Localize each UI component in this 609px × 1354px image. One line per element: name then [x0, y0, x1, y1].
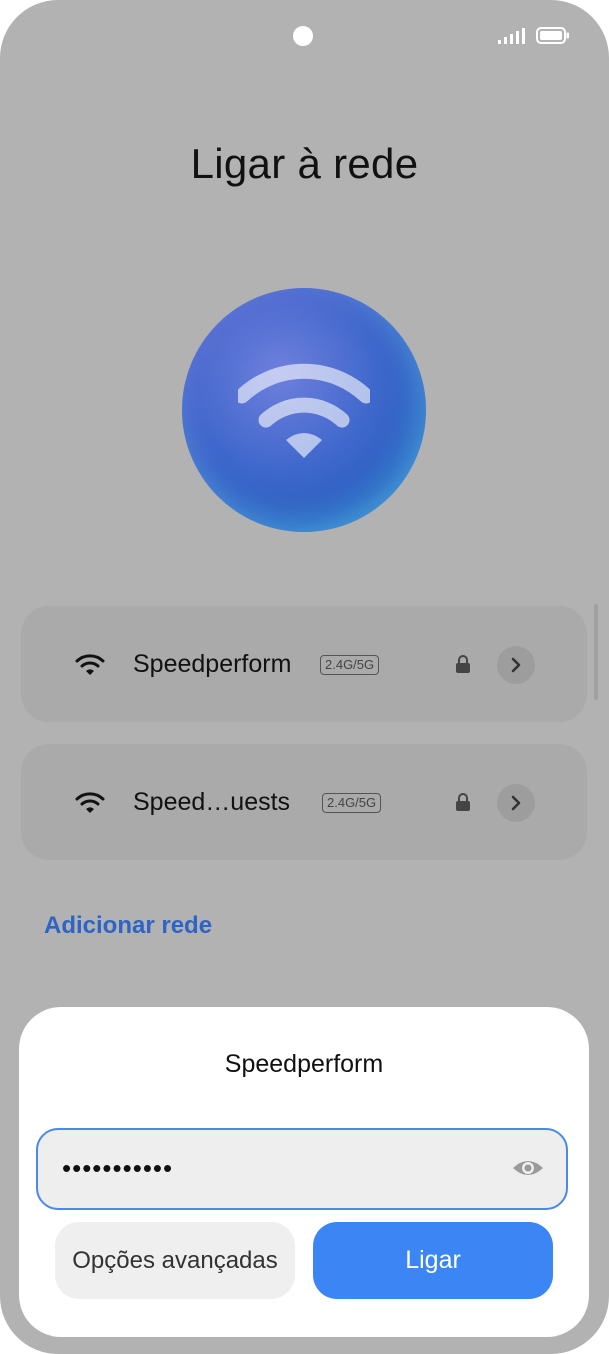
wifi-icon	[238, 363, 370, 458]
password-field[interactable]	[36, 1128, 568, 1210]
password-dialog: Speedperform Opções avançadas Ligar	[19, 1007, 589, 1337]
wifi-signal-icon	[75, 654, 105, 675]
lock-icon	[456, 655, 470, 673]
front-camera	[293, 26, 313, 46]
battery-icon	[536, 27, 569, 44]
chevron-right-icon	[511, 795, 521, 811]
password-input[interactable]	[60, 1146, 494, 1190]
network-details-button[interactable]	[497, 646, 535, 684]
wifi-hero-orb	[182, 288, 426, 532]
phone-screen: Ligar à rede Speedperform 2.4G/5G Speed……	[0, 0, 609, 1354]
network-details-button[interactable]	[497, 784, 535, 822]
wifi-signal-icon	[75, 792, 105, 813]
band-badge: 2.4G/5G	[322, 793, 382, 813]
band-badge: 2.4G/5G	[320, 655, 380, 675]
add-network-link[interactable]: Adicionar rede	[44, 912, 212, 940]
page-title: Ligar à rede	[190, 140, 419, 187]
signal-icon	[498, 28, 525, 44]
show-password-eye-icon[interactable]	[512, 1156, 544, 1180]
network-item[interactable]: Speed…uests 2.4G/5G	[21, 744, 587, 860]
chevron-right-icon	[511, 657, 521, 673]
dialog-title: Speedperform	[224, 1050, 384, 1078]
scrollbar[interactable]	[594, 604, 598, 700]
connect-button[interactable]: Ligar	[313, 1222, 553, 1299]
network-name: Speed…uests	[133, 788, 291, 816]
lock-icon	[456, 793, 470, 811]
advanced-options-button[interactable]: Opções avançadas	[55, 1222, 295, 1299]
status-bar	[498, 26, 578, 46]
network-item[interactable]: Speedperform 2.4G/5G	[21, 606, 587, 722]
network-name: Speedperform	[133, 650, 292, 678]
